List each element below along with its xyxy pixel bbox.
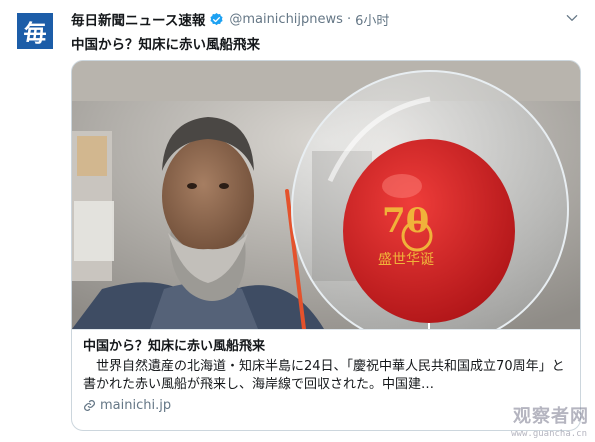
balloon-script: 盛世华诞 (378, 252, 434, 268)
link-icon (84, 400, 95, 411)
watermark-sub: www.guancha.cn (511, 429, 587, 439)
card-link-domain[interactable]: mainichi.jp (100, 398, 171, 413)
card-image[interactable] (72, 61, 580, 329)
card-link[interactable]: mainichi.jp (83, 398, 568, 413)
separator-dot: · (346, 11, 352, 27)
avatar[interactable]: 毎 (17, 13, 53, 49)
balloon-mark: 70 (382, 201, 430, 241)
handle[interactable]: @mainichijpnews (229, 12, 343, 27)
card-title[interactable]: 中国から？知床に赤い風船飛来 (83, 339, 568, 355)
verified-icon (210, 12, 223, 25)
tweet[interactable]: 毎 毎日新聞ニュース速報 @mainichijpnews · 6小时 中国から？… (0, 0, 595, 442)
display-name[interactable]: 毎日新聞ニュース速報 (71, 9, 205, 29)
card-description: 世界自然遺産の北海道・知床半島に24日、「慶祝中華人民共和国成立70周年」と書か… (83, 359, 565, 392)
timestamp[interactable]: 6小时 (355, 10, 389, 29)
card-body[interactable]: 中国から？知床に赤い風船飛来 世界自然遺産の北海道・知床半島に24日、「慶祝中華… (72, 329, 580, 430)
tweet-text: 中国から？知床に赤い風船飛来 (71, 37, 260, 53)
watermark: 观察者网 (513, 406, 589, 427)
chevron-down-icon[interactable] (565, 11, 579, 25)
link-card[interactable]: 70 盛世华诞 中国から？知床に赤い風船飛来 世界自然遺産の北海道・知床半島に2… (71, 60, 581, 431)
tweet-header: 毎日新聞ニュース速報 @mainichijpnews · 6小时 (71, 9, 581, 29)
avatar-glyph: 毎 (23, 20, 47, 47)
